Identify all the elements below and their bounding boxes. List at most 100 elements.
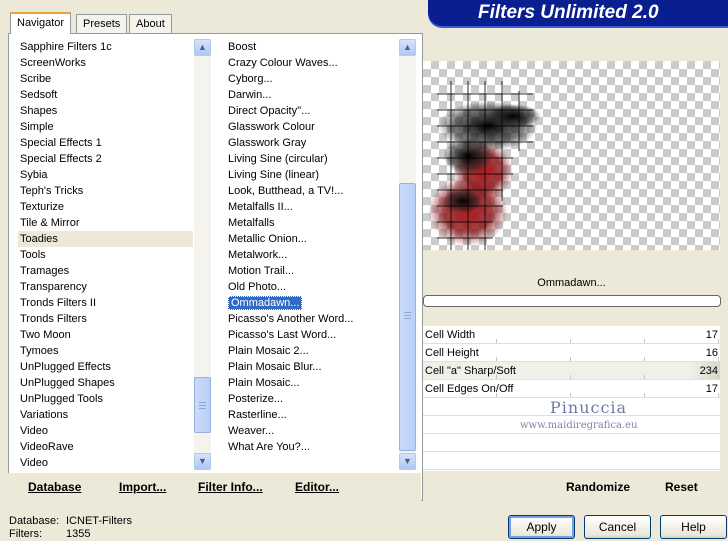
tab-navigator[interactable]: Navigator bbox=[10, 12, 72, 34]
list-item[interactable]: Tools bbox=[18, 247, 193, 263]
apply-button[interactable]: Apply bbox=[508, 515, 575, 539]
list-item[interactable]: Teph's Tricks bbox=[18, 183, 193, 199]
list-item[interactable]: Picasso's Last Word... bbox=[226, 327, 399, 343]
database-label: Database: bbox=[9, 515, 60, 527]
list-item[interactable]: Boost bbox=[226, 39, 399, 55]
list-item[interactable]: Shapes bbox=[18, 103, 193, 119]
list-item[interactable]: UnPlugged Effects bbox=[18, 359, 193, 375]
list-item[interactable]: Metalfalls II... bbox=[226, 199, 399, 215]
list-item[interactable]: Rasterline... bbox=[226, 407, 399, 423]
param-empty bbox=[423, 434, 720, 452]
list-item[interactable]: Glasswork Colour bbox=[226, 119, 399, 135]
param-cell-width[interactable]: Cell Width 17 bbox=[423, 326, 720, 344]
list-item[interactable]: Sybia bbox=[18, 167, 193, 183]
list-item-label: Old Photo... bbox=[228, 281, 287, 293]
list-item[interactable]: Old Photo... bbox=[226, 279, 399, 295]
list-item[interactable]: Tronds Filters bbox=[18, 311, 193, 327]
list-item[interactable]: VideoRave bbox=[18, 439, 193, 455]
editor-button[interactable]: Editor... bbox=[295, 480, 339, 494]
list-item-label: Plain Mosaic 2... bbox=[228, 345, 309, 357]
param-label: Cell Height bbox=[425, 347, 479, 359]
tab-about[interactable]: About bbox=[129, 14, 172, 34]
list-item[interactable]: Tile & Mirror bbox=[18, 215, 193, 231]
list-item[interactable]: Sedsoft bbox=[18, 87, 193, 103]
list-item[interactable]: Plain Mosaic Blur... bbox=[226, 359, 399, 375]
param-cell-height[interactable]: Cell Height 16 bbox=[423, 344, 720, 362]
list-item[interactable]: Metalwork... bbox=[226, 247, 399, 263]
scroll-thumb[interactable] bbox=[194, 377, 211, 433]
list-item[interactable]: Posterize... bbox=[226, 391, 399, 407]
list-item[interactable]: Darwin... bbox=[226, 87, 399, 103]
database-button[interactable]: Database bbox=[28, 480, 81, 494]
scroll-up-icon[interactable]: ▲ bbox=[399, 39, 416, 56]
list-item[interactable]: Living Sine (linear) bbox=[226, 167, 399, 183]
list-item-label: Plain Mosaic... bbox=[228, 377, 300, 389]
list-item-label: Variations bbox=[20, 409, 69, 421]
list-item-label: UnPlugged Tools bbox=[20, 393, 103, 405]
list-item-label: Tramages bbox=[20, 265, 70, 277]
list-item[interactable]: Living Sine (circular) bbox=[226, 151, 399, 167]
filter-list[interactable]: Boost Crazy Colour Waves... Cyborg... Darwi… bbox=[226, 39, 399, 471]
scroll-down-icon[interactable]: ▼ bbox=[194, 453, 211, 470]
list-item[interactable]: Scribe bbox=[18, 71, 193, 87]
list-item[interactable]: ScreenWorks bbox=[18, 55, 193, 71]
list-item[interactable]: Texturize bbox=[18, 199, 193, 215]
list-item[interactable]: Tymoes bbox=[18, 343, 193, 359]
category-list[interactable]: Sapphire Filters 1c ScreenWorks Scribe Seds… bbox=[18, 39, 193, 471]
filter-info-button[interactable]: Filter Info... bbox=[198, 480, 263, 494]
cancel-button[interactable]: Cancel bbox=[584, 515, 651, 539]
list-item[interactable]: Metallic Onion... bbox=[226, 231, 399, 247]
list-item[interactable]: Glasswork Gray bbox=[226, 135, 399, 151]
list-item-label: Sedsoft bbox=[20, 89, 58, 101]
list-item[interactable]: Tramages bbox=[18, 263, 193, 279]
list-item[interactable]: Ommadawn... bbox=[226, 295, 399, 311]
list-item[interactable]: Video bbox=[18, 423, 193, 439]
list-item[interactable]: Picasso's Another Word... bbox=[226, 311, 399, 327]
param-cell-edges[interactable]: Cell Edges On/Off 17 bbox=[423, 380, 720, 398]
list-item[interactable]: Weaver... bbox=[226, 423, 399, 439]
category-scrollbar[interactable]: ▲ ▼ bbox=[194, 39, 211, 470]
import-button[interactable]: Import... bbox=[119, 480, 166, 494]
list-item[interactable]: Cyborg... bbox=[226, 71, 399, 87]
help-button[interactable]: Help bbox=[660, 515, 727, 539]
filter-scrollbar[interactable]: ▲ ▼ bbox=[399, 39, 416, 470]
list-item-label: UnPlugged Effects bbox=[20, 361, 111, 373]
list-item[interactable]: Plain Mosaic 2... bbox=[226, 343, 399, 359]
list-item[interactable]: Sapphire Filters 1c bbox=[18, 39, 193, 55]
list-item-label: Look, Butthead, a TV!... bbox=[228, 185, 344, 197]
list-item[interactable]: What Are You?... bbox=[226, 439, 399, 455]
list-item[interactable]: Special Effects 2 bbox=[18, 151, 193, 167]
list-item-label: Tymoes bbox=[20, 345, 59, 357]
list-item[interactable]: Transparency bbox=[18, 279, 193, 295]
list-item[interactable]: Motion Trail... bbox=[226, 263, 399, 279]
randomize-button[interactable]: Randomize bbox=[566, 480, 630, 494]
list-item[interactable]: UnPlugged Shapes bbox=[18, 375, 193, 391]
param-cell-sharp-soft[interactable]: Cell "a" Sharp/Soft 234 bbox=[423, 362, 720, 380]
scroll-thumb[interactable] bbox=[399, 183, 416, 451]
list-item-label: Living Sine (circular) bbox=[228, 153, 328, 165]
list-item[interactable]: Direct Opacity''... bbox=[226, 103, 399, 119]
list-item[interactable]: Look, Butthead, a TV!... bbox=[226, 183, 399, 199]
reset-button[interactable]: Reset bbox=[665, 480, 698, 494]
list-item[interactable]: Two Moon bbox=[18, 327, 193, 343]
scroll-down-icon[interactable]: ▼ bbox=[399, 453, 416, 470]
list-item[interactable]: Tronds Filters II bbox=[18, 295, 193, 311]
scroll-up-icon[interactable]: ▲ bbox=[194, 39, 211, 56]
list-item[interactable]: Toadies bbox=[18, 231, 193, 247]
list-item[interactable]: Special Effects 1 bbox=[18, 135, 193, 151]
tab-presets[interactable]: Presets bbox=[76, 14, 128, 34]
list-item[interactable]: Simple bbox=[18, 119, 193, 135]
list-item[interactable]: Crazy Colour Waves... bbox=[226, 55, 399, 71]
list-item[interactable]: Video bbox=[18, 455, 193, 471]
list-item[interactable]: Plain Mosaic... bbox=[226, 375, 399, 391]
list-item[interactable]: Variations bbox=[18, 407, 193, 423]
list-item-label: Shapes bbox=[20, 105, 58, 117]
list-item[interactable]: UnPlugged Tools bbox=[18, 391, 193, 407]
list-item-label: Teph's Tricks bbox=[20, 185, 84, 197]
list-item[interactable]: Metalfalls bbox=[226, 215, 399, 231]
param-label: Cell "a" Sharp/Soft bbox=[425, 365, 516, 377]
list-item-label: Sapphire Filters 1c bbox=[20, 41, 112, 53]
list-item-label: Toadies bbox=[20, 233, 58, 245]
list-item-label: Metalwork... bbox=[228, 249, 288, 261]
apply-label: Apply bbox=[526, 520, 557, 534]
